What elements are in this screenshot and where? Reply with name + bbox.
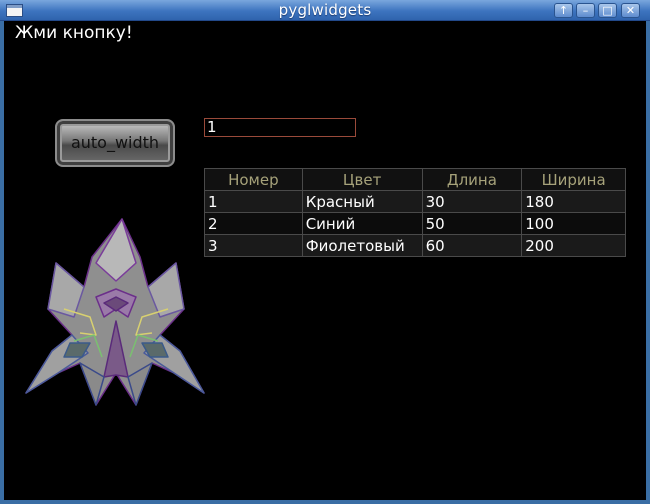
minimize-button[interactable]: – bbox=[576, 3, 595, 18]
table-cell[interactable]: 60 bbox=[421, 234, 523, 257]
column-header-length[interactable]: Длина bbox=[421, 168, 523, 191]
close-icon: ✕ bbox=[625, 4, 636, 17]
table-row[interactable]: 2 Синий 50 100 bbox=[204, 212, 626, 235]
prompt-label: Жми кнопку! bbox=[15, 23, 133, 43]
column-header-width[interactable]: Ширина bbox=[521, 168, 626, 191]
auto-width-button[interactable]: auto_width bbox=[55, 119, 175, 167]
window-title: pyglwidgets bbox=[278, 1, 372, 19]
table-header-row: Номер Цвет Длина Ширина bbox=[204, 168, 626, 191]
shade-button[interactable]: ↑ bbox=[554, 3, 573, 18]
spaceship-sprite bbox=[25, 218, 205, 406]
table-cell[interactable]: 2 bbox=[204, 212, 303, 235]
table-cell[interactable]: 30 bbox=[421, 190, 523, 213]
title-bar[interactable]: pyglwidgets ↑ – □ ✕ bbox=[0, 0, 650, 21]
table-row[interactable]: 3 Фиолетовый 60 200 bbox=[204, 234, 626, 257]
column-header-number[interactable]: Номер bbox=[204, 168, 303, 191]
data-table: Номер Цвет Длина Ширина 1 Красный 30 180… bbox=[204, 168, 626, 257]
gl-canvas: Жми кнопку! auto_width 1 Номер Цвет Длин… bbox=[4, 21, 646, 500]
auto-width-button-label: auto_width bbox=[70, 133, 160, 152]
table-cell[interactable]: 200 bbox=[521, 234, 626, 257]
arrow-up-icon: ↑ bbox=[558, 4, 569, 17]
maximize-icon: □ bbox=[602, 4, 613, 17]
table-cell[interactable]: Фиолетовый bbox=[301, 234, 423, 257]
table-cell[interactable]: Синий bbox=[301, 212, 423, 235]
close-button[interactable]: ✕ bbox=[621, 3, 640, 18]
table-cell[interactable]: 3 bbox=[204, 234, 303, 257]
table-cell[interactable]: 100 bbox=[521, 212, 626, 235]
minimize-icon: – bbox=[582, 4, 589, 17]
column-header-color[interactable]: Цвет bbox=[301, 168, 423, 191]
app-window: pyglwidgets ↑ – □ ✕ Жми кнопку! auto_wid… bbox=[0, 0, 650, 504]
table-cell[interactable]: 180 bbox=[521, 190, 626, 213]
table-cell[interactable]: 1 bbox=[204, 190, 303, 213]
table-cell[interactable]: 50 bbox=[421, 212, 523, 235]
table-row[interactable]: 1 Красный 30 180 bbox=[204, 190, 626, 213]
maximize-button[interactable]: □ bbox=[598, 3, 617, 18]
text-input[interactable]: 1 bbox=[204, 118, 356, 137]
table-cell[interactable]: Красный bbox=[301, 190, 423, 213]
